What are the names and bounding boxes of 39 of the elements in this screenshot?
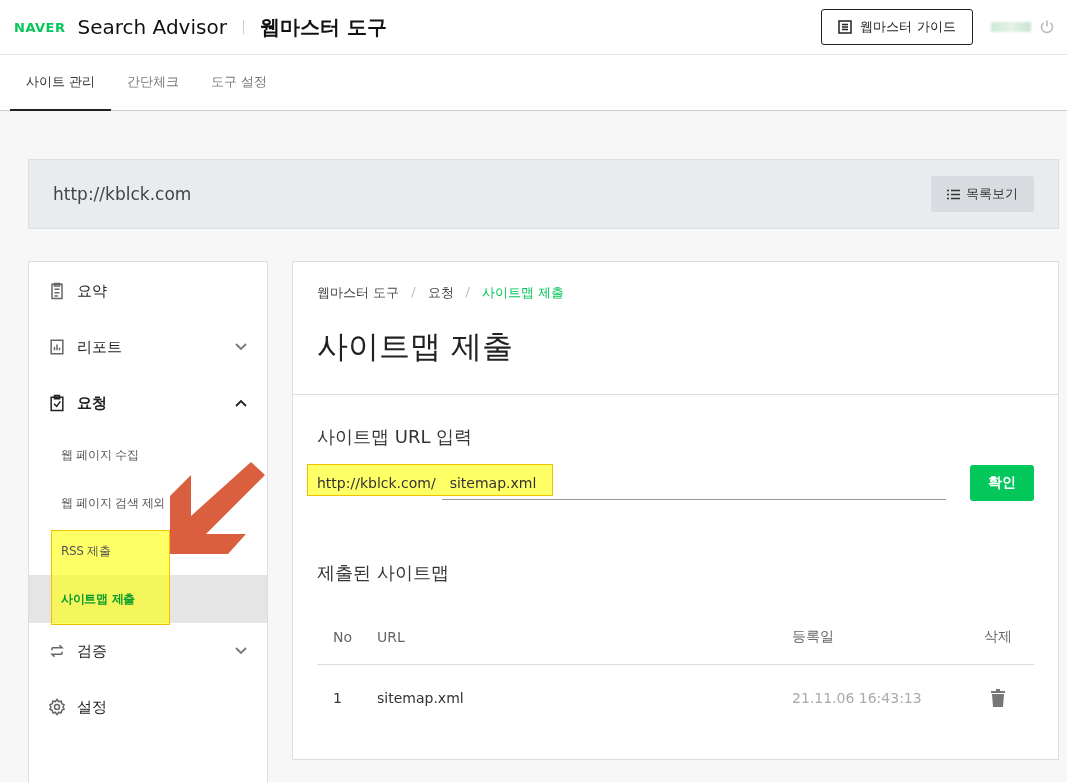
nav-tab[interactable]: 도구 설정 [195,55,284,111]
site-url: http://kblck.com [53,184,192,204]
section-title: 웹마스터 도구 [259,13,387,41]
sidebar-item[interactable]: 설정 [29,679,267,735]
sidebar-item[interactable]: 검증 [29,623,267,679]
url-prefix: http://kblck.com/ [317,475,436,491]
trash-icon[interactable] [991,689,1005,707]
breadcrumb-separator: / [411,284,416,301]
breadcrumb-link[interactable]: 요청 [427,284,454,302]
url-input[interactable]: sitemap.xml [441,466,946,500]
column-header: URL [377,628,405,645]
sidebar-item[interactable]: 요청 [29,375,267,431]
checked-clipboard-icon [47,393,67,413]
blurred-username [991,22,1031,32]
column-header: No [333,628,353,645]
nav-tab[interactable]: 간단체크 [111,55,196,111]
sidebar-item[interactable]: 요약 [29,263,267,319]
section-heading: 제출된 사이트맵 [317,561,450,585]
list-icon [947,188,960,200]
nav-tab[interactable]: 사이트 관리 [10,55,112,111]
breadcrumb-separator: / [465,284,470,301]
list-icon [838,20,853,34]
settings-icon [47,697,67,717]
table-cell-text: sitemap.xml [377,690,465,706]
table-cell-text: 21.11.06 16:43:13 [792,690,923,706]
list-button[interactable]: 목록보기 [931,176,1034,212]
sidebar-subitem[interactable]: RSS 제출 [61,542,111,560]
table-cell-text: 1 [333,690,343,706]
sidebar-item[interactable]: 리포트 [29,319,267,375]
column-header: 삭제 [984,627,1012,646]
column-header: 등록일 [792,627,834,646]
guide-button[interactable]: 웹마스터 가이드 [821,9,973,45]
sidebar-subitem[interactable]: 웹 페이지 수집 [61,446,139,464]
form-heading: 사이트맵 URL 입력 [317,425,474,449]
breadcrumb-link[interactable]: 웹마스터 도구 [317,284,400,302]
bar-chart-icon [47,337,67,357]
product-name: Search Advisor [77,15,227,39]
sidebar-subitem[interactable]: 웹 페이지 검색 제외 [61,494,166,512]
page-title: 사이트맵 제출 [293,302,1058,395]
